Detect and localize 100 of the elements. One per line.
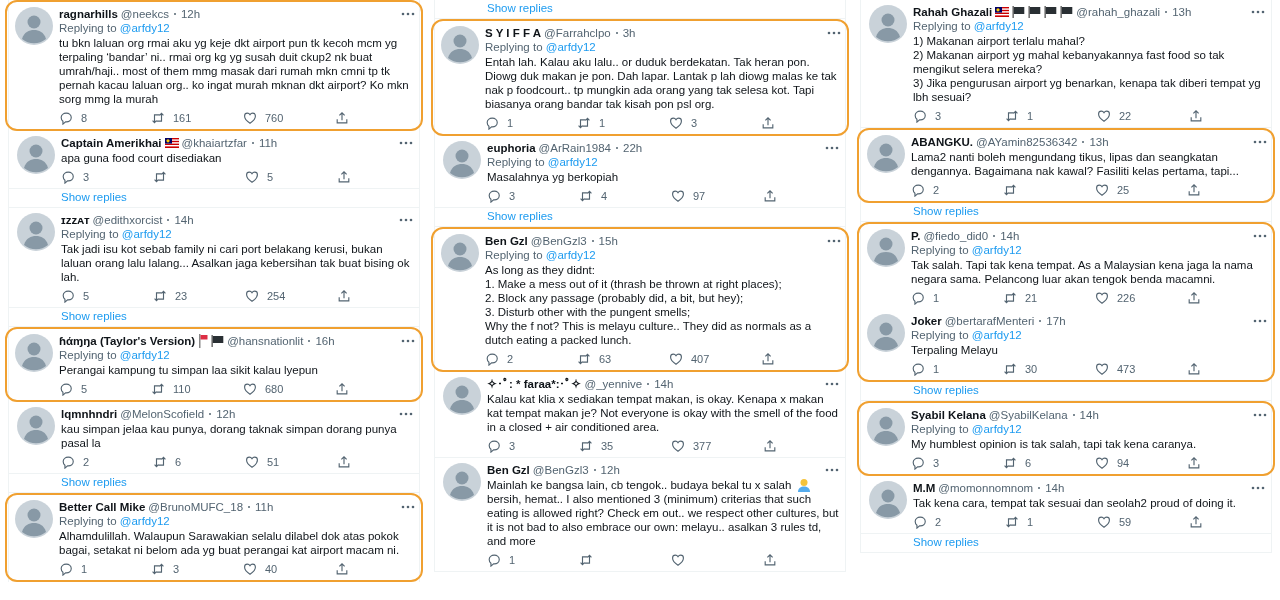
retweet-icon[interactable] xyxy=(579,189,593,203)
heart-icon[interactable] xyxy=(245,289,259,303)
timestamp[interactable]: 13h xyxy=(1172,5,1192,19)
reply-icon[interactable] xyxy=(61,289,75,303)
user-name[interactable]: M.M xyxy=(913,481,936,495)
share-icon[interactable] xyxy=(337,170,351,184)
reply-icon[interactable] xyxy=(487,553,501,567)
share-icon[interactable] xyxy=(763,553,777,567)
retweet-icon[interactable] xyxy=(151,382,165,396)
user-handle[interactable]: @BrunoMUFC_18 xyxy=(148,500,244,514)
avatar[interactable] xyxy=(867,135,905,173)
reply-icon[interactable] xyxy=(911,456,925,470)
heart-icon[interactable] xyxy=(671,439,685,453)
user-name[interactable]: Ben Gzl xyxy=(487,463,530,477)
user-name[interactable]: ABANGKU. xyxy=(911,135,973,149)
more-icon[interactable] xyxy=(401,12,415,16)
avatar[interactable] xyxy=(15,7,53,45)
avatar[interactable] xyxy=(443,377,481,415)
heart-icon[interactable] xyxy=(1097,515,1111,529)
timestamp[interactable]: 3h xyxy=(622,26,636,40)
retweet-icon[interactable] xyxy=(1005,109,1019,123)
avatar[interactable] xyxy=(443,141,481,179)
user-handle[interactable]: @ArRain1984 xyxy=(538,141,611,155)
heart-icon[interactable] xyxy=(1097,109,1111,123)
user-name[interactable]: Ben Gzl xyxy=(485,234,528,248)
share-icon[interactable] xyxy=(335,111,349,125)
user-name[interactable]: Joker xyxy=(911,314,942,328)
more-icon[interactable] xyxy=(825,146,839,150)
avatar[interactable] xyxy=(15,500,53,538)
heart-icon[interactable] xyxy=(669,116,683,130)
timestamp[interactable]: 22h xyxy=(623,141,643,155)
user-name[interactable]: Rahah Ghazali xyxy=(913,5,993,19)
retweet-icon[interactable] xyxy=(1003,291,1017,305)
user-handle[interactable]: @fiedo_did0 xyxy=(923,229,989,243)
timestamp[interactable]: 14h xyxy=(174,213,194,227)
reply-icon[interactable] xyxy=(485,352,499,366)
user-handle[interactable]: @bertarafMenteri xyxy=(944,314,1035,328)
avatar[interactable] xyxy=(867,408,905,446)
timestamp[interactable]: 16h xyxy=(315,334,335,348)
timestamp[interactable]: 14h xyxy=(1000,229,1020,243)
heart-icon[interactable] xyxy=(243,562,257,576)
user-handle[interactable]: @hansnationlit xyxy=(227,334,304,348)
retweet-icon[interactable] xyxy=(1003,183,1017,197)
reply-icon[interactable] xyxy=(911,183,925,197)
retweet-icon[interactable] xyxy=(579,439,593,453)
user-handle[interactable]: @Farrahclpo xyxy=(544,26,611,40)
user-handle[interactable]: @AYamin82536342 xyxy=(976,135,1078,149)
user-handle[interactable]: @MelonScofield xyxy=(120,407,205,421)
avatar[interactable] xyxy=(443,463,481,501)
avatar[interactable] xyxy=(17,407,55,445)
timestamp[interactable]: 11h xyxy=(255,500,274,514)
timestamp[interactable]: 12h xyxy=(180,7,201,21)
more-icon[interactable] xyxy=(399,412,413,416)
reply-icon[interactable] xyxy=(911,362,925,376)
retweet-icon[interactable] xyxy=(577,116,591,130)
heart-icon[interactable] xyxy=(245,170,259,184)
retweet-icon[interactable] xyxy=(151,111,165,125)
retweet-icon[interactable] xyxy=(1003,456,1017,470)
heart-icon[interactable] xyxy=(671,553,685,567)
more-icon[interactable] xyxy=(827,31,841,35)
timestamp[interactable]: 14h xyxy=(1079,408,1099,422)
timestamp[interactable]: 14h xyxy=(1045,481,1065,495)
user-handle[interactable]: @khaiartzfar xyxy=(181,136,247,150)
timestamp[interactable]: 12h xyxy=(600,463,620,477)
retweet-icon[interactable] xyxy=(151,562,165,576)
user-name[interactable]: ragnarhills xyxy=(59,7,118,21)
user-name[interactable]: Better Call Mike xyxy=(59,500,146,514)
user-name[interactable]: euphoria xyxy=(487,141,536,155)
reply-icon[interactable] xyxy=(911,291,925,305)
share-icon[interactable] xyxy=(1187,291,1201,305)
share-icon[interactable] xyxy=(1187,362,1201,376)
user-handle[interactable]: @_yennive xyxy=(584,377,643,391)
more-icon[interactable] xyxy=(827,239,841,243)
user-handle[interactable]: @BenGzl3 xyxy=(532,463,589,477)
heart-icon[interactable] xyxy=(245,455,259,469)
more-icon[interactable] xyxy=(399,218,413,222)
more-icon[interactable] xyxy=(1253,140,1267,144)
user-name[interactable]: ✧･ﾟ: * faraa*:･ﾟ✧ xyxy=(487,377,582,391)
more-icon[interactable] xyxy=(1253,319,1267,323)
reply-icon[interactable] xyxy=(487,439,501,453)
more-icon[interactable] xyxy=(1253,234,1267,238)
avatar[interactable] xyxy=(441,26,479,64)
heart-icon[interactable] xyxy=(1095,183,1109,197)
user-handle[interactable]: @neekcs xyxy=(120,7,169,21)
retweet-icon[interactable] xyxy=(577,352,591,366)
heart-icon[interactable] xyxy=(243,111,257,125)
user-handle[interactable]: @edithxorcist xyxy=(92,213,163,227)
reply-icon[interactable] xyxy=(59,382,73,396)
user-handle[interactable]: @BenGzl3 xyxy=(530,234,587,248)
avatar[interactable] xyxy=(17,136,55,174)
user-name[interactable]: P. xyxy=(911,229,921,243)
retweet-icon[interactable] xyxy=(1003,362,1017,376)
user-handle[interactable]: @momonnomnom xyxy=(938,481,1034,495)
retweet-icon[interactable] xyxy=(153,455,167,469)
user-handle[interactable]: @SyabilKelana xyxy=(988,408,1068,422)
heart-icon[interactable] xyxy=(671,189,685,203)
user-name[interactable]: ɪᴢᴢᴀᴛ xyxy=(61,213,90,227)
heart-icon[interactable] xyxy=(1095,362,1109,376)
user-handle[interactable]: @rahah_ghazali xyxy=(1076,5,1161,19)
retweet-icon[interactable] xyxy=(1005,515,1019,529)
